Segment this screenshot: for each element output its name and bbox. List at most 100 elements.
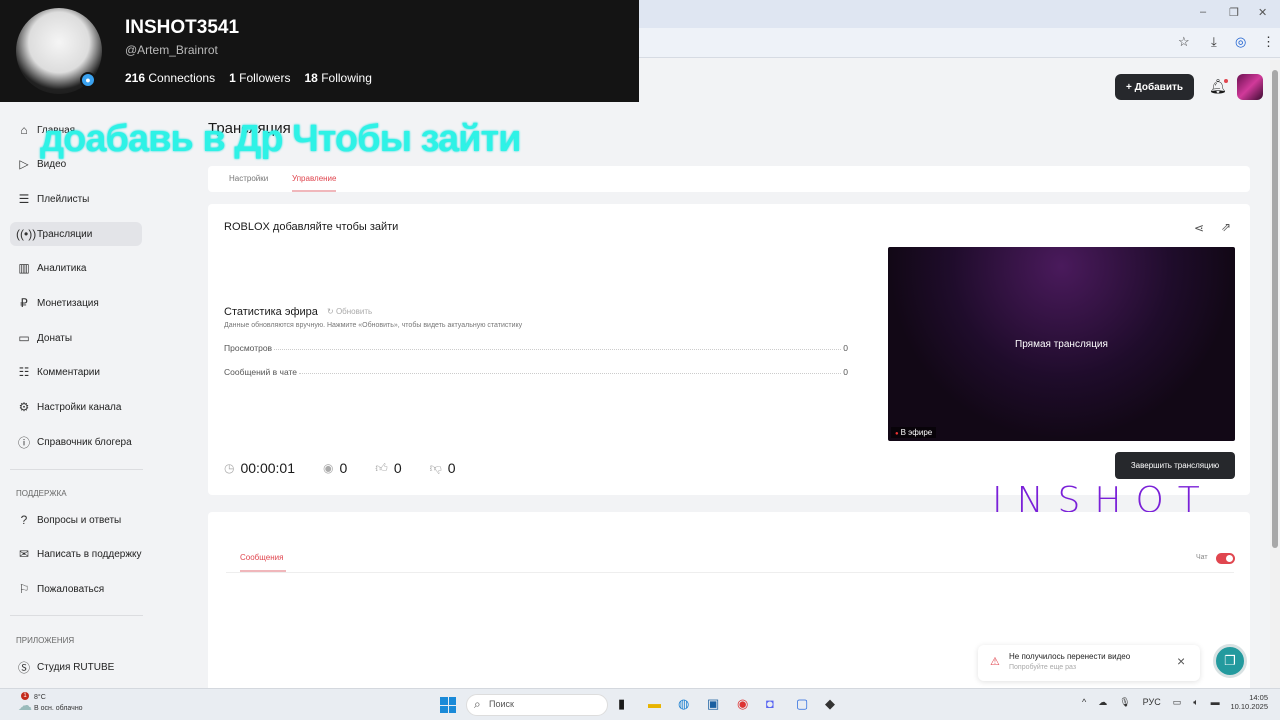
viewers-count: 0 [339,460,348,476]
weather-description: В осн. облачно [34,705,83,712]
chrome-icon[interactable]: ◉ [737,696,748,712]
overlay-caption: доабавь в Др Чтобы зайти [40,118,521,160]
toast-subtitle: Попробуйте еще раз [1009,664,1077,671]
external-link-icon[interactable]: ⇗ [1221,220,1231,234]
battery-icon[interactable]: ▬ [1211,697,1220,708]
support-heading: ПОДДЕРЖКА [16,489,67,498]
sidebar-item-report[interactable]: ⚐ Пожаловаться [10,577,142,601]
store-icon[interactable]: ▣ [707,696,719,712]
divider [10,469,143,470]
flag-icon: ⚐ [18,582,30,596]
network-icon[interactable]: ▭ [1173,697,1182,708]
volume-icon[interactable]: 🔈︎ [1193,697,1198,708]
dislike-icon: 👎︎ [429,460,442,475]
onedrive-icon[interactable]: ☁ [1098,697,1107,708]
likes-count: 0 [393,460,402,476]
ruble-icon: ₽ [20,296,28,310]
temperature: 8°C [34,694,46,701]
system-tray: ^ ☁ 🎙︎ РУС ▭ 🔈︎ ▬ [1082,697,1220,708]
close-icon[interactable]: × [1177,653,1185,669]
profile-icon[interactable]: ◎ [1235,34,1246,50]
app-icon[interactable]: ▢ [796,696,808,712]
home-icon: ⌂ [20,123,28,137]
stat-row-views: Просмотров 0 [224,343,848,353]
windows-start-icon[interactable] [440,697,456,713]
divider [226,572,1234,573]
profile-overlay: ● INSHOT3541 @Artem_Brainrot 216 Connect… [0,0,639,102]
sidebar-item-broadcasts[interactable]: ((•)) Трансляции [10,222,142,246]
viewers-icon: ◉ [322,461,334,475]
clock[interactable]: 14:05 10.10.2025 [1228,693,1268,711]
user-badge-icon: ● [80,72,96,88]
connections: 216 Connections [125,71,216,85]
user-avatar[interactable] [1237,74,1263,100]
taskbar: ☁ 1 8°C В осн. облачно Поиск ▮ ▬ ◍ ▣ ◉ ◘… [0,688,1280,720]
wallet-icon: ▭ [18,331,30,345]
taskbar-search[interactable]: Поиск [466,694,608,716]
end-stream-button[interactable]: Завершить трансляцию [1115,452,1235,479]
star-icon[interactable]: ☆ [1178,34,1190,50]
chat-toggle-label: Чат [1196,554,1208,561]
maximize-icon[interactable]: ❐ [1229,6,1239,19]
live-badge: В эфире [891,427,937,438]
clock-icon: ◷ [224,461,235,475]
refresh-button[interactable]: ↻ Обновить [327,307,372,316]
mail-icon: ✉ [18,547,30,561]
download-icon[interactable]: ⤓ [1211,34,1217,50]
sidebar-item-comments[interactable]: ☷ Комментарии [10,360,142,384]
comment-icon: ☷ [18,365,30,379]
like-icon: 👍︎ [375,460,388,475]
language-indicator[interactable]: РУС [1143,697,1161,708]
tab-management[interactable]: Управление [292,174,337,192]
scrollbar-thumb[interactable] [1272,70,1278,548]
sidebar-item-blogger-guide[interactable]: ⓘ Справочник блогера [10,430,142,454]
sidebar-item-channel-settings[interactable]: ⚙ Настройки канала [10,395,142,419]
dislikes-count: 0 [447,460,456,476]
stats-title: Статистика эфира [224,306,318,318]
file-explorer-icon[interactable]: ▬ [648,696,661,711]
sidebar-item-monetization[interactable]: ₽ Монетизация [10,291,142,315]
close-window-icon[interactable]: ✕ [1258,6,1267,19]
stream-preview[interactable]: Прямая трансляция В эфире [888,247,1235,441]
sidebar-item-contact-support[interactable]: ✉ Написать в поддержку [10,542,142,566]
task-view-icon[interactable]: ▮ [618,696,625,712]
preview-label: Прямая трансляция [1015,339,1108,350]
user-handle: @Artem_Brainrot [125,43,218,57]
menu-icon[interactable]: ⋮ [1262,34,1275,50]
live-counters: ◷ 00:00:01 ◉ 0 👍︎ 0 👎︎ 0 [224,460,456,476]
chat-toggle[interactable] [1216,553,1235,564]
support-chat-button[interactable]: ❐ [1213,644,1247,678]
roblox-icon[interactable]: ◆ [825,696,835,712]
add-button[interactable]: + Добавить [1115,74,1194,100]
sidebar-item-donations[interactable]: ▭ Донаты [10,326,142,350]
warning-icon: ⚠ [990,656,1000,668]
tab-settings[interactable]: Настройки [229,174,268,183]
refresh-icon: ↻ [327,307,334,316]
discord-icon[interactable]: ◘ [766,696,774,711]
weather-badge: 1 [21,692,29,700]
share-icon[interactable]: ⋖ [1194,221,1204,235]
video-icon: ▷ [19,157,29,171]
sidebar-item-playlists[interactable]: ☰ Плейлисты [10,187,142,211]
question-icon: ? [20,513,28,527]
sidebar-item-studio[interactable]: Ⓢ Студия RUTUBE [10,655,142,679]
stat-row-chat-messages: Сообщений в чате 0 [224,367,848,377]
followers: 1 Followers [229,71,291,85]
chevron-up-icon[interactable]: ^ [1082,697,1086,708]
scrollbar[interactable] [1270,60,1280,688]
playlist-icon: ☰ [18,192,30,206]
info-icon: ⓘ [17,435,30,450]
bell-icon[interactable]: 🔔︎ [1209,78,1228,95]
tab-messages[interactable]: Сообщения [240,553,283,562]
microphone-icon[interactable]: 🎙︎ [1119,697,1130,708]
error-toast: ⚠ Не получилось перенести видео Попробуй… [978,645,1200,681]
sidebar-item-faq[interactable]: ? Вопросы и ответы [10,508,142,532]
divider [10,615,143,616]
username: INSHOT3541 [125,17,240,38]
apps-heading: ПРИЛОЖЕНИЯ [16,636,75,645]
following: 18 Following [304,71,372,85]
toast-title: Не получилось перенести видео [1009,652,1131,661]
sidebar-item-analytics[interactable]: ▥ Аналитика [10,256,142,280]
edge-icon[interactable]: ◍ [678,696,689,712]
minimize-icon[interactable]: – [1200,6,1206,18]
